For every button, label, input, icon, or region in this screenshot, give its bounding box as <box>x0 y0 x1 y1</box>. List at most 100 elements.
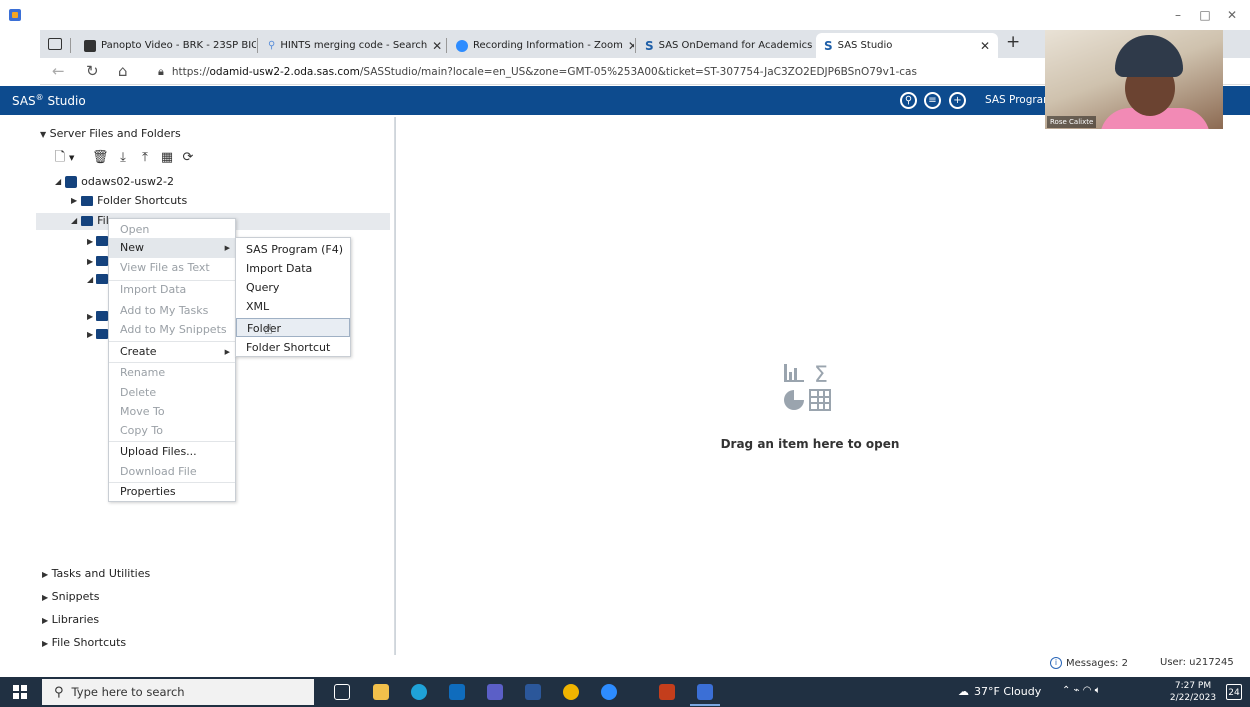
tab-sas-studio[interactable]: S SAS Studio ✕ <box>816 33 998 58</box>
submenu-item-xml[interactable]: XML <box>236 297 350 316</box>
tab-close-icon[interactable]: ✕ <box>628 39 634 53</box>
tab-hints-search[interactable]: ⚲ HINTS merging code - Search ✕ <box>260 33 445 58</box>
tab-zoom-recording[interactable]: Recording Information - Zoom ✕ <box>448 33 634 58</box>
url-field[interactable]: 🔒︎ https://odamid-usw2-2.oda.sas.com/SAS… <box>158 61 1038 82</box>
user-label: User: u217245 <box>1160 657 1234 668</box>
word-icon[interactable] <box>525 684 541 700</box>
panopto-icon[interactable] <box>697 684 713 700</box>
panel-splitter[interactable] <box>395 117 396 655</box>
weather-widget[interactable]: ☁ 37°F Cloudy <box>958 685 1041 698</box>
zoom-icon[interactable] <box>601 684 617 700</box>
taskbar-search-box[interactable]: ⚲ Type here to search <box>42 679 314 705</box>
new-submenu: SAS Program (F4) Import Data Query XML F… <box>235 237 351 357</box>
submenu-item-sas-program[interactable]: SAS Program (F4) <box>236 240 350 259</box>
url-host: odamid-usw2-2.oda.sas.com <box>209 65 360 78</box>
print-icon[interactable]: ≡ <box>924 92 941 109</box>
submenu-item-query[interactable]: Query <box>236 278 350 297</box>
tree-item-folder[interactable]: ▶ <box>87 236 109 246</box>
sas-favicon-icon: S <box>645 38 654 53</box>
expand-icon: ▶ <box>71 196 78 205</box>
chevron-up-icon: ⌃ <box>1062 685 1071 696</box>
home-icon[interactable]: ⌂ <box>118 62 128 80</box>
new-file-icon[interactable]: 🗋︎ <box>52 150 68 166</box>
task-view-icon[interactable] <box>334 684 350 700</box>
menu-item-open[interactable]: Open <box>109 220 235 240</box>
upload-icon[interactable]: ⤒ <box>137 150 153 166</box>
chrome-icon[interactable] <box>563 684 579 700</box>
menu-item-move-to[interactable]: Move To <box>109 402 235 422</box>
windows-taskbar: ⚲ Type here to search ☁ 37°F Cloudy ⌃ ⌁ … <box>0 677 1250 707</box>
clock[interactable]: 7:27 PM 2/22/2023 <box>1168 680 1218 704</box>
powerpoint-icon[interactable] <box>659 684 675 700</box>
files-home-icon <box>81 215 94 226</box>
tab-separator <box>446 38 447 53</box>
folder-icon <box>96 329 109 339</box>
system-tray[interactable]: ⌃ ⌁ ◠ 🔈︎ <box>1062 685 1101 696</box>
tree-item-server[interactable]: ◢ odaws02-usw2-2 <box>55 175 174 188</box>
menu-item-import-data[interactable]: Import Data <box>109 280 235 300</box>
messages-link[interactable]: i Messages: 2 <box>1050 657 1128 669</box>
edge-icon[interactable] <box>411 684 427 700</box>
tab-panopto[interactable]: Panopto Video - BRK - 23SP BIO( ✕ <box>76 33 256 58</box>
cloud-icon: ☁ <box>958 685 969 698</box>
menu-item-delete[interactable]: Delete <box>109 383 235 403</box>
tree-item-folder[interactable]: ▶ <box>87 256 109 266</box>
menu-item-new[interactable]: New ▶ <box>109 238 235 258</box>
delete-icon[interactable]: 🗑︎ <box>92 150 109 166</box>
tab-sas-ondemand[interactable]: S SAS OnDemand for Academics ✕ <box>637 33 813 58</box>
tab-separator <box>257 38 258 53</box>
section-server-files[interactable]: ▼ Server Files and Folders <box>40 127 181 140</box>
section-file-shortcuts[interactable]: ▶ File Shortcuts <box>42 636 126 649</box>
menu-item-add-to-my-tasks[interactable]: Add to My Tasks <box>109 301 235 321</box>
network-icon: ⌁ <box>1073 685 1080 696</box>
tab-sas-program[interactable]: SAS Prograr <box>985 94 1047 106</box>
expand-icon: ▶ <box>42 639 49 648</box>
folder-icon <box>96 236 109 246</box>
section-libraries[interactable]: ▶ Libraries <box>42 613 99 626</box>
back-icon[interactable]: ← <box>52 62 65 80</box>
refresh-icon[interactable]: ⟳ <box>180 150 196 166</box>
collapse-icon: ◢ <box>55 177 62 186</box>
search-icon[interactable]: ⚲ <box>900 92 917 109</box>
section-tasks-utilities[interactable]: ▶ Tasks and Utilities <box>42 567 150 580</box>
minimize-icon[interactable]: – <box>1170 8 1186 22</box>
tab-actions-icon[interactable] <box>48 38 62 50</box>
properties-icon[interactable]: ▦ <box>159 150 175 166</box>
globe-icon[interactable]: + <box>949 92 966 109</box>
tree-item-folder-shortcuts[interactable]: ▶ Folder Shortcuts <box>71 194 187 207</box>
download-icon[interactable]: ⤓ <box>115 150 131 166</box>
tree-item-folder[interactable]: ▶ <box>87 311 109 321</box>
window-titlebar: – □ ✕ <box>0 0 1250 30</box>
collapse-icon: ◢ <box>87 274 94 284</box>
tab-close-icon[interactable]: ✕ <box>432 39 442 53</box>
submenu-item-folder[interactable]: Folder <box>236 318 350 337</box>
menu-item-copy-to[interactable]: Copy To <box>109 421 235 441</box>
menu-item-properties[interactable]: Properties <box>109 482 235 502</box>
notifications-icon[interactable]: 24 <box>1226 684 1242 700</box>
maximize-icon[interactable]: □ <box>1197 8 1213 22</box>
teams-icon[interactable] <box>487 684 503 700</box>
section-snippets[interactable]: ▶ Snippets <box>42 590 99 603</box>
submenu-arrow-icon: ▶ <box>224 244 230 252</box>
tab-close-icon[interactable]: ✕ <box>980 39 990 53</box>
chevron-down-icon[interactable]: ▼ <box>69 154 74 162</box>
panopto-favicon-icon <box>84 39 96 52</box>
menu-item-view-file-as-text[interactable]: View File as Text <box>109 258 235 278</box>
menu-item-create[interactable]: Create ▶ <box>109 342 235 362</box>
windows-start-icon[interactable] <box>13 685 27 699</box>
file-explorer-icon[interactable] <box>373 684 389 700</box>
submenu-item-import-data[interactable]: Import Data <box>236 259 350 278</box>
tree-item-folder[interactable]: ▶ <box>87 329 109 339</box>
new-tab-icon[interactable]: + <box>1006 32 1020 52</box>
tree-item-folder[interactable]: ◢ <box>87 274 109 284</box>
close-icon[interactable]: ✕ <box>1224 8 1240 22</box>
submenu-item-folder-shortcut[interactable]: Folder Shortcut <box>236 338 350 357</box>
menu-item-download-file[interactable]: Download File <box>109 462 235 482</box>
drop-hint-text: Drag an item here to open <box>720 437 900 451</box>
outlook-icon[interactable] <box>449 684 465 700</box>
menu-item-upload-files[interactable]: Upload Files... <box>109 442 235 462</box>
menu-item-rename[interactable]: Rename <box>109 363 235 383</box>
url-path: /SASStudio/main?locale=en_US&zone=GMT-05… <box>359 65 917 78</box>
menu-item-add-to-my-snippets[interactable]: Add to My Snippets <box>109 320 235 340</box>
refresh-icon[interactable]: ↻ <box>86 62 99 80</box>
